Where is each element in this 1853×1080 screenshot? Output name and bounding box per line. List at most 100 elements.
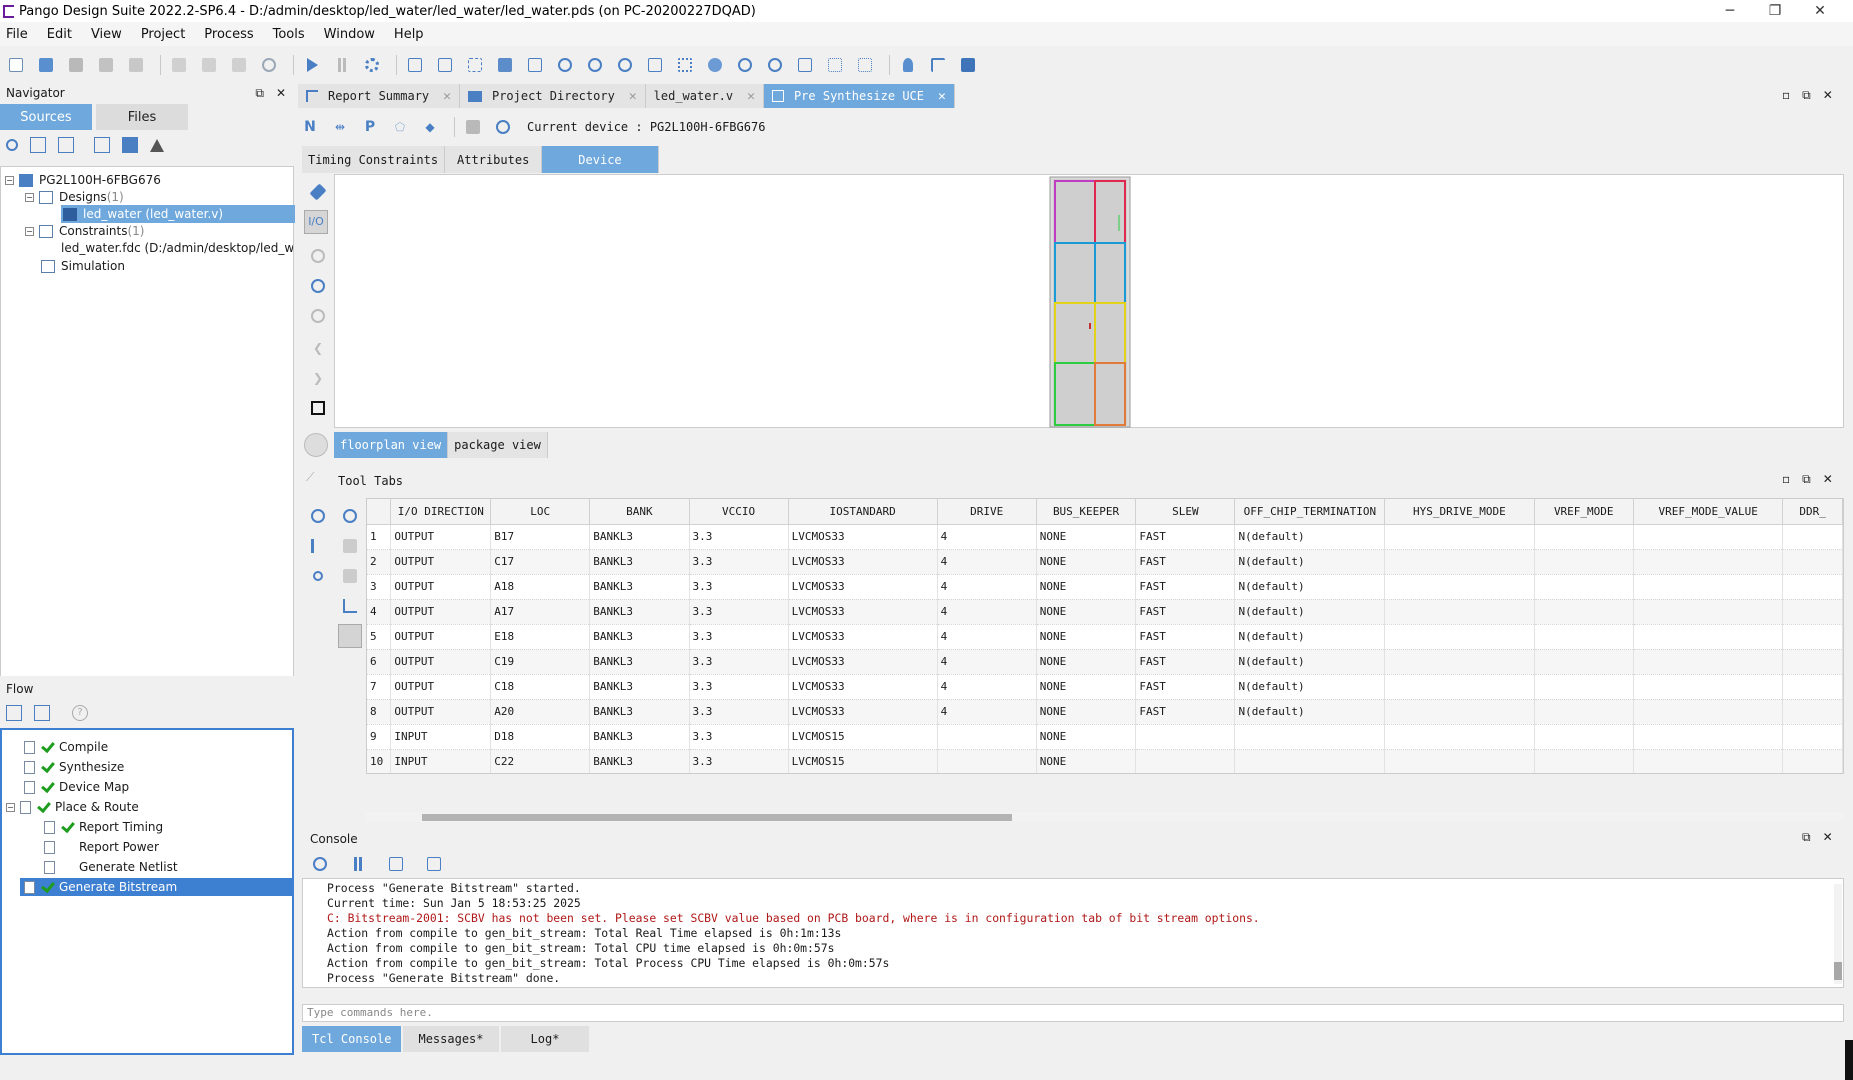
- table-cell[interactable]: N(default): [1234, 624, 1386, 650]
- table-cell[interactable]: [1782, 574, 1843, 600]
- table-cell[interactable]: N(default): [1234, 574, 1386, 600]
- table-cell[interactable]: BANKL3: [589, 674, 690, 700]
- tree-node-designs[interactable]: − Designs (1): [25, 188, 124, 206]
- scissors-icon[interactable]: [306, 564, 330, 588]
- col-slew[interactable]: SLEW: [1135, 499, 1236, 525]
- table-cell[interactable]: [1534, 749, 1634, 773]
- flow-step-device-map[interactable]: Device Map: [24, 778, 129, 796]
- table-cell[interactable]: [1782, 649, 1843, 675]
- flow-step-generate-netlist[interactable]: Generate Netlist: [44, 858, 178, 876]
- table-cell[interactable]: NONE: [1036, 699, 1137, 725]
- minimize-panel-icon[interactable]: ▫: [1782, 88, 1790, 103]
- search-next-icon[interactable]: [338, 504, 362, 528]
- table-cell[interactable]: [1384, 599, 1535, 625]
- table-cell[interactable]: NONE: [1036, 649, 1137, 675]
- table-cell[interactable]: [1782, 524, 1843, 550]
- table-cell[interactable]: E18: [490, 624, 591, 650]
- table-cell[interactable]: N(default): [1234, 549, 1386, 575]
- col-ddr[interactable]: DDR_: [1782, 499, 1843, 525]
- table-cell[interactable]: 3.3: [689, 599, 789, 625]
- table-cell[interactable]: BANKL3: [589, 549, 690, 575]
- table-cell[interactable]: [1633, 524, 1784, 550]
- table-cell[interactable]: BANKL3: [589, 574, 690, 600]
- collapse-toggle-icon[interactable]: −: [25, 226, 34, 236]
- flow-step-synthesize[interactable]: Synthesize: [24, 758, 124, 776]
- menu-view[interactable]: View: [91, 27, 122, 42]
- table-cell[interactable]: FAST: [1135, 549, 1236, 575]
- table-cell[interactable]: OUTPUT: [390, 524, 492, 550]
- table-cell[interactable]: FAST: [1135, 524, 1236, 550]
- table-row[interactable]: 9 INPUT D18 BANKL3 3.3 LVCMOS15 NONE: [367, 724, 1843, 750]
- io-table-grid[interactable]: I/O DIRECTION LOC BANK VCCIO IOSTANDARD …: [366, 498, 1844, 774]
- col-io-direction[interactable]: I/O DIRECTION: [390, 499, 492, 525]
- p-tool-icon[interactable]: P: [358, 115, 382, 139]
- tab-messages[interactable]: Messages*: [403, 1026, 499, 1052]
- table-cell[interactable]: BANKL3: [589, 724, 690, 750]
- col-bank[interactable]: BANK: [589, 499, 690, 525]
- table-cell[interactable]: 3.3: [689, 624, 789, 650]
- table-cell[interactable]: LVCMOS33: [788, 699, 938, 725]
- table-cell[interactable]: [1633, 549, 1784, 575]
- table-cell[interactable]: LVCMOS33: [788, 649, 938, 675]
- table-cell[interactable]: [1384, 524, 1535, 550]
- collapse-all-icon[interactable]: [422, 852, 446, 876]
- table-cell[interactable]: N(default): [1234, 649, 1386, 675]
- table-cell[interactable]: LVCMOS33: [788, 574, 938, 600]
- table-cell[interactable]: BANKL3: [589, 624, 690, 650]
- tab-log[interactable]: Log*: [500, 1026, 590, 1052]
- list-view-icon[interactable]: [306, 534, 330, 558]
- save-icon[interactable]: [64, 53, 88, 77]
- table-cell[interactable]: C22: [490, 749, 591, 773]
- table-cell[interactable]: N(default): [1234, 699, 1386, 725]
- tree-node-constraints[interactable]: − Constraints (1): [25, 222, 144, 240]
- table-cell[interactable]: FAST: [1135, 649, 1236, 675]
- table-cell[interactable]: [1633, 749, 1784, 773]
- table-cell[interactable]: [1782, 549, 1843, 575]
- copy-icon[interactable]: [197, 53, 221, 77]
- search-icon[interactable]: [308, 852, 332, 876]
- search-icon[interactable]: [306, 244, 330, 268]
- table-cell[interactable]: [1633, 599, 1784, 625]
- collapse-all-icon[interactable]: [34, 705, 50, 721]
- table-cell[interactable]: 4: [937, 624, 1037, 650]
- tab-package-view[interactable]: package view: [448, 432, 548, 458]
- table-cell[interactable]: N(default): [1234, 524, 1386, 550]
- search-icon[interactable]: [306, 504, 330, 528]
- col-bus-keeper[interactable]: BUS_KEEPER: [1036, 499, 1137, 525]
- menu-window[interactable]: Window: [324, 27, 375, 42]
- table-cell[interactable]: [1534, 524, 1634, 550]
- download-icon[interactable]: [733, 53, 757, 77]
- table-row[interactable]: 1 OUTPUT B17 BANKL3 3.3 LVCMOS33 4 NONE FAST N(de…: [367, 524, 1843, 550]
- table-cell[interactable]: 4: [937, 699, 1037, 725]
- table-row[interactable]: 5 OUTPUT E18 BANKL3 3.3 LVCMOS33 4 NONE FAST N(de…: [367, 624, 1843, 650]
- table-cell[interactable]: [1534, 649, 1634, 675]
- table-cell[interactable]: [1384, 749, 1535, 773]
- table-cell[interactable]: NONE: [1036, 724, 1137, 750]
- table-cell[interactable]: LVCMOS15: [788, 724, 938, 750]
- flow-step-generate-bitstream[interactable]: Generate Bitstream: [20, 878, 292, 896]
- table-cell[interactable]: LVCMOS33: [788, 624, 938, 650]
- table-cell[interactable]: INPUT: [390, 724, 492, 750]
- open-folder-icon[interactable]: [34, 53, 58, 77]
- resize-grip[interactable]: [1845, 1040, 1853, 1080]
- table-cell[interactable]: [1782, 624, 1843, 650]
- console-vscrollbar[interactable]: [1834, 884, 1842, 984]
- table-cell[interactable]: C19: [490, 649, 591, 675]
- tab-files[interactable]: Files: [96, 104, 188, 130]
- table-cell[interactable]: LVCMOS33: [788, 524, 938, 550]
- grid-view-icon[interactable]: [463, 53, 487, 77]
- table-cell[interactable]: [1782, 724, 1843, 750]
- col-iostandard[interactable]: IOSTANDARD: [788, 499, 938, 525]
- menu-tools[interactable]: Tools: [273, 27, 305, 42]
- add-ip-icon[interactable]: [94, 137, 110, 153]
- table-cell[interactable]: [1534, 674, 1634, 700]
- float-icon[interactable]: ⧉: [1802, 472, 1811, 487]
- table-cell[interactable]: [1534, 699, 1634, 725]
- diamond-tool-icon[interactable]: ◆: [418, 115, 442, 139]
- refresh-icon[interactable]: [553, 53, 577, 77]
- table-cell[interactable]: 4: [937, 649, 1037, 675]
- fit-view-icon[interactable]: [306, 396, 330, 420]
- expand-icon[interactable]: [338, 564, 362, 588]
- table-cell[interactable]: [1782, 699, 1843, 725]
- table-cell[interactable]: [1135, 724, 1236, 750]
